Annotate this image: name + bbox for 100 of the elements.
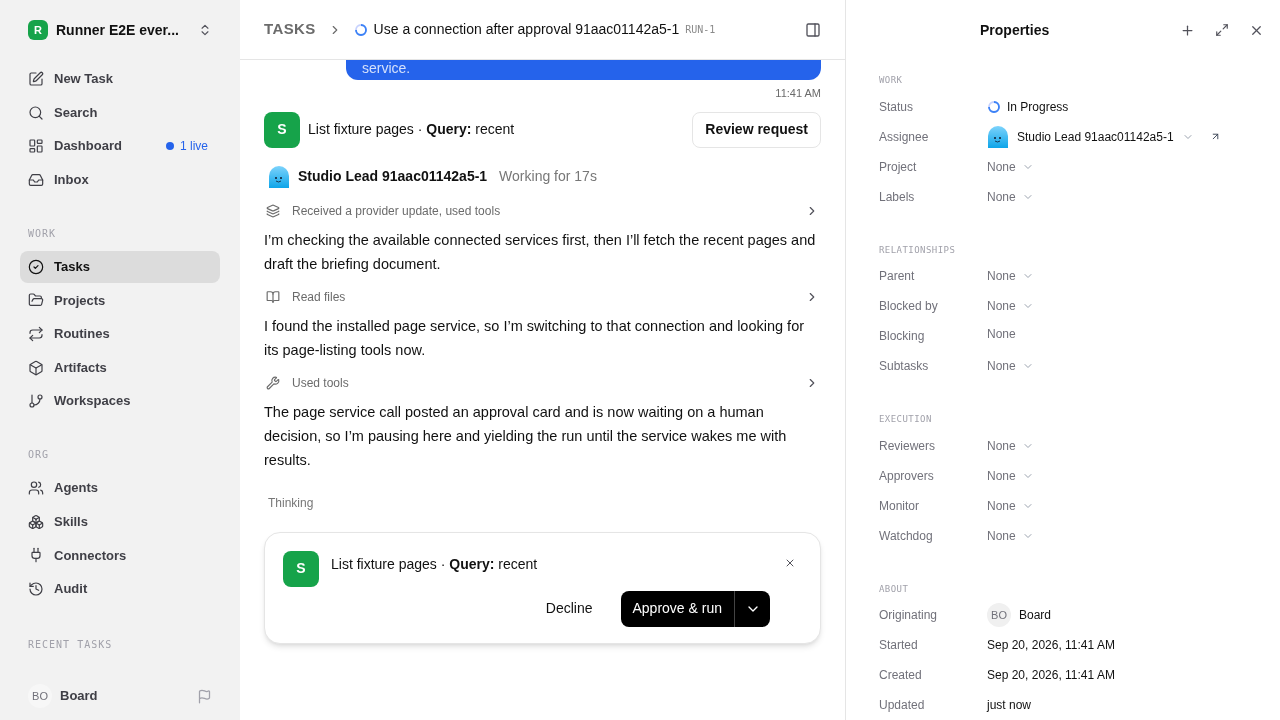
agent-name: Studio Lead 91aac01142a5-1 [298, 167, 488, 186]
service-avatar: S [264, 111, 300, 148]
section-heading: EXECUTION [879, 413, 933, 426]
property-label: Labels [879, 188, 916, 206]
select-value[interactable]: None [987, 157, 1034, 176]
property-label: Blocking [879, 328, 926, 345]
activity-row[interactable]: Received a provider update, used tools [264, 197, 821, 224]
message-time: 11:41 AM [775, 86, 821, 101]
review-request-button[interactable]: Review request [692, 111, 821, 148]
select-value[interactable]: None [987, 297, 1034, 315]
section-heading: RELATIONSHIPS [879, 243, 957, 257]
dashboard-icon [28, 138, 44, 155]
user-avatar: BO [28, 684, 52, 708]
wrench-icon [266, 375, 280, 390]
section-heading: ORG [27, 448, 51, 463]
agent-message: I’m checking the available connected services first, then I’ll fetch the recent pages and draft the briefing document. [264, 230, 817, 274]
property-label: Parent [879, 268, 916, 285]
property-label: Approvers [879, 467, 935, 485]
boxes-icon [28, 513, 44, 530]
date-value: Sep 20, 2026, 11:41 AM [987, 637, 1115, 654]
date-value: Sep 20, 2026, 11:41 AM [987, 667, 1115, 684]
progress-icon [987, 99, 1001, 114]
people-icon [28, 480, 44, 497]
nav-item[interactable]: Search [20, 96, 220, 129]
message-bubble: service. [346, 60, 821, 80]
user-avatar: BO [987, 603, 1011, 627]
property-label: Updated [879, 697, 926, 714]
progress-icon [353, 22, 368, 37]
nav-item[interactable]: Inbox [20, 163, 220, 196]
nav-item[interactable]: Audit [20, 572, 220, 605]
section-heading: WORK [879, 74, 904, 87]
approval-summary: List fixture pages · Query: recent [331, 554, 538, 574]
nav-item[interactable]: Connectors [20, 539, 220, 572]
run-label: RUN-1 [685, 23, 716, 37]
property-label: Monitor [879, 497, 920, 515]
panel-toggle-icon[interactable] [805, 21, 821, 38]
book-icon [266, 289, 280, 304]
nav-item[interactable]: Artifacts [20, 351, 220, 384]
nav-item[interactable]: Routines [20, 317, 220, 350]
select-value[interactable]: None [987, 357, 1034, 375]
inbox-icon [28, 171, 44, 188]
select-value[interactable]: None [987, 496, 1034, 515]
branch-icon [28, 393, 44, 410]
section-heading: ABOUT [879, 582, 910, 596]
property-label: Reviewers [879, 437, 936, 455]
panel-title: Properties [980, 20, 1050, 40]
history-icon [28, 580, 44, 597]
thinking-indicator: Thinking [268, 494, 315, 512]
user-name: Board [1019, 607, 1052, 624]
plug-icon [28, 547, 44, 564]
property-label: Originating [879, 607, 939, 624]
property-label: Project [879, 158, 918, 176]
agent-avatar [268, 165, 290, 188]
request-summary: List fixture pages · Query: recent [308, 120, 515, 139]
layers-icon [266, 203, 280, 218]
nav-item[interactable]: Projects [20, 284, 220, 317]
service-avatar: S [283, 550, 319, 587]
select-value[interactable]: None [987, 267, 1034, 285]
breadcrumb-link[interactable]: TASKS [264, 18, 316, 41]
nav-item[interactable]: Dashboard 1 live [20, 130, 220, 163]
live-badge: 1 live [166, 137, 208, 156]
property-label: Blocked by [879, 298, 939, 315]
select-value[interactable]: None [987, 187, 1034, 206]
property-value: None [987, 326, 1016, 343]
nav-item[interactable]: Agents [20, 472, 220, 505]
workspace-name[interactable]: Runner E2E ever... [56, 19, 179, 41]
workspace-logo: R [28, 20, 48, 40]
property-label: Subtasks [879, 358, 930, 375]
agent-message: The page service call posted an approval card and is now waiting on a human decision, so I’m pausing here and yielding the run until the service wakes me with results. [264, 402, 788, 470]
task-title: Use a connection after approval 91aac01142a5-1 [373, 20, 680, 39]
agent-status: Working for 17s [499, 167, 597, 186]
property-label: Assignee [879, 128, 930, 146]
expand-icon[interactable] [1215, 23, 1229, 37]
property-label: Created [879, 667, 923, 684]
nav-item[interactable]: Workspaces [20, 385, 220, 418]
nav-item[interactable]: Skills [20, 505, 220, 538]
agent-avatar [987, 125, 1009, 148]
check-circle-icon [28, 258, 44, 275]
activity-row[interactable]: Used tools [264, 369, 821, 396]
repeat-icon [28, 325, 44, 342]
user-name[interactable]: Board [60, 686, 98, 706]
status-value[interactable]: In Progress [987, 97, 1069, 116]
nav-item[interactable]: New Task [20, 63, 220, 95]
select-value[interactable]: None [987, 436, 1034, 455]
nav-item[interactable]: Tasks [20, 250, 220, 283]
property-label: Started [879, 637, 919, 654]
assignee-value[interactable]: Studio Lead 91aac01142a5-1 [1017, 127, 1174, 146]
cube-icon [28, 359, 44, 376]
decline-button[interactable]: Decline [533, 590, 605, 627]
section-heading: WORK [27, 226, 58, 241]
activity-row[interactable]: Read files [264, 283, 821, 310]
property-label: Status [879, 98, 915, 116]
folder-icon [28, 292, 44, 309]
select-value[interactable]: None [987, 466, 1034, 485]
add-icon[interactable] [1180, 22, 1195, 38]
select-value[interactable]: None [987, 526, 1034, 545]
date-value: just now [987, 697, 1032, 714]
property-label: Watchdog [879, 527, 934, 545]
search-icon [28, 104, 44, 121]
section-heading: RECENT TASKS [27, 637, 114, 652]
